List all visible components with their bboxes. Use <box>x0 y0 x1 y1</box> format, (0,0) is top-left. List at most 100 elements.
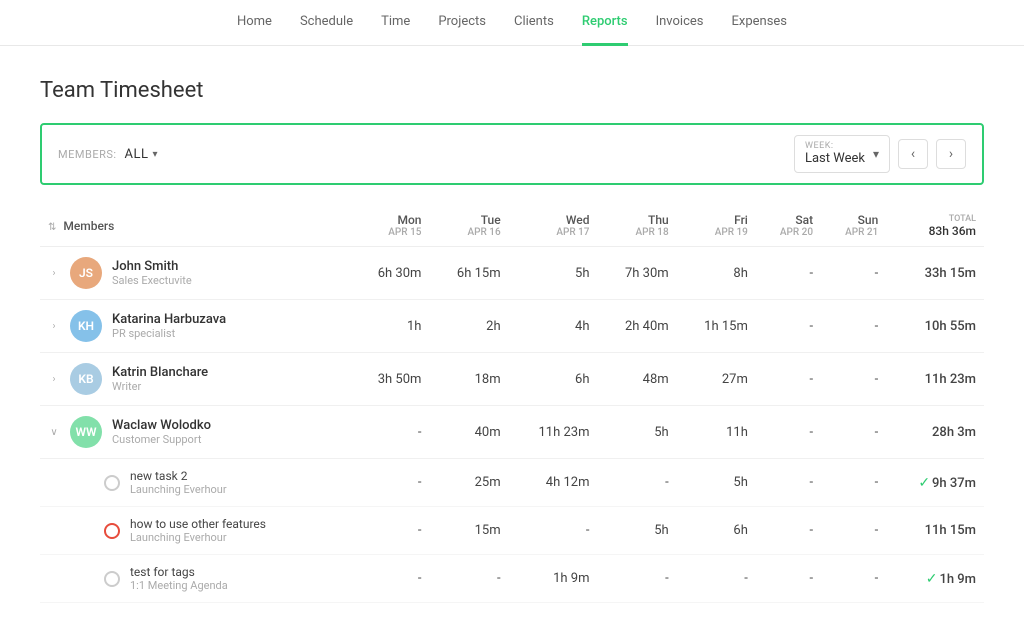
member-name: John Smith <box>112 259 192 274</box>
main-content: Team Timesheet MEMBERS: All ▾ WEEK: Last… <box>0 46 1024 623</box>
nav-projects[interactable]: Projects <box>438 0 486 46</box>
day-cell-5: - <box>756 406 821 459</box>
day-cell-0: - <box>350 406 429 459</box>
day-cell-0: 3h 50m <box>350 353 429 406</box>
task-total-cell: ✓9h 37m <box>886 459 984 507</box>
nav-clients[interactable]: Clients <box>514 0 554 46</box>
task-total-cell: ✓1h 9m <box>886 555 984 603</box>
sun-col-header: Sun APR 21 <box>821 209 886 247</box>
expand-icon[interactable]: › <box>48 320 60 332</box>
task-day-cell-5: - <box>756 555 821 603</box>
next-week-button[interactable]: › <box>936 139 966 169</box>
avatar: WW <box>70 416 102 448</box>
day-cell-1: 2h <box>429 300 508 353</box>
day-cell-2: 6h <box>509 353 598 406</box>
members-dropdown[interactable]: All ▾ <box>125 147 159 162</box>
day-cell-6: - <box>821 300 886 353</box>
day-cell-6: - <box>821 247 886 300</box>
week-label: WEEK: <box>805 142 865 151</box>
task-day-cell-4: 5h <box>677 459 756 507</box>
total-cell: 33h 15m <box>886 247 984 300</box>
task-check-icon: ✓ <box>918 475 930 491</box>
nav-home[interactable]: Home <box>237 0 272 46</box>
day-cell-3: 48m <box>598 353 677 406</box>
day-cell-4: 11h <box>677 406 756 459</box>
task-check-icon: ✓ <box>926 571 938 587</box>
task-day-cell-2: 4h 12m <box>509 459 598 507</box>
day-cell-6: - <box>821 353 886 406</box>
day-cell-1: 6h 15m <box>429 247 508 300</box>
week-value: Last Week <box>805 151 865 166</box>
expand-icon[interactable]: › <box>48 267 60 279</box>
day-cell-1: 40m <box>429 406 508 459</box>
task-day-cell-3: 5h <box>598 507 677 555</box>
members-label: MEMBERS: <box>58 148 117 161</box>
expand-icon[interactable]: › <box>48 373 60 385</box>
sort-icon: ⇅ <box>48 222 56 233</box>
wed-col-header: Wed APR 17 <box>509 209 598 247</box>
member-cell: › KH Katarina Harbuzava PR specialist <box>40 300 350 353</box>
avatar: JS <box>70 257 102 289</box>
task-day-cell-1: 15m <box>429 507 508 555</box>
task-project: Launching Everhour <box>130 483 227 496</box>
prev-week-button[interactable]: ‹ <box>898 139 928 169</box>
day-cell-2: 5h <box>509 247 598 300</box>
member-role: Customer Support <box>112 433 211 446</box>
task-day-cell-0: - <box>350 459 429 507</box>
timesheet-table: ⇅ Members Mon APR 15 Tue APR 16 Wed APR … <box>40 209 984 603</box>
day-cell-4: 27m <box>677 353 756 406</box>
total-col-header: TOTAL 83h 36m <box>886 209 984 247</box>
task-name-cell: how to use other features Launching Ever… <box>40 507 350 555</box>
task-row: new task 2 Launching Everhour -25m4h 12m… <box>40 459 984 507</box>
task-day-cell-2: - <box>509 507 598 555</box>
day-cell-3: 2h 40m <box>598 300 677 353</box>
chevron-down-icon: ▾ <box>153 149 159 160</box>
week-selector[interactable]: WEEK: Last Week ▾ <box>794 135 890 173</box>
expand-icon[interactable]: ∨ <box>48 426 60 438</box>
nav-time[interactable]: Time <box>381 0 410 46</box>
table-row: ∨ WW Waclaw Wolodko Customer Support -40… <box>40 406 984 459</box>
table-row: › KB Katrin Blanchare Writer 3h 50m18m6h… <box>40 353 984 406</box>
day-cell-6: - <box>821 406 886 459</box>
members-filter[interactable]: MEMBERS: All ▾ <box>58 147 158 162</box>
member-cell: › JS John Smith Sales Exectuvite <box>40 247 350 300</box>
table-header-row: ⇅ Members Mon APR 15 Tue APR 16 Wed APR … <box>40 209 984 247</box>
day-cell-1: 18m <box>429 353 508 406</box>
member-name: Katarina Harbuzava <box>112 312 226 327</box>
day-cell-3: 5h <box>598 406 677 459</box>
nav-expenses[interactable]: Expenses <box>731 0 787 46</box>
task-day-cell-6: - <box>821 459 886 507</box>
day-cell-2: 11h 23m <box>509 406 598 459</box>
member-name: Waclaw Wolodko <box>112 418 211 433</box>
task-total-cell: 11h 15m <box>886 507 984 555</box>
nav-schedule[interactable]: Schedule <box>300 0 353 46</box>
avatar: KH <box>70 310 102 342</box>
day-cell-4: 1h 15m <box>677 300 756 353</box>
member-role: Sales Exectuvite <box>112 274 192 287</box>
members-col-header: ⇅ Members <box>40 209 350 247</box>
table-row: › JS John Smith Sales Exectuvite 6h 30m6… <box>40 247 984 300</box>
task-status-circle <box>104 523 120 539</box>
task-day-cell-4: 6h <box>677 507 756 555</box>
task-day-cell-3: - <box>598 459 677 507</box>
day-cell-3: 7h 30m <box>598 247 677 300</box>
member-cell: ∨ WW Waclaw Wolodko Customer Support <box>40 406 350 459</box>
task-day-cell-3: - <box>598 555 677 603</box>
task-day-cell-6: - <box>821 555 886 603</box>
member-role: PR specialist <box>112 327 226 340</box>
member-cell: › KB Katrin Blanchare Writer <box>40 353 350 406</box>
thu-col-header: Thu APR 18 <box>598 209 677 247</box>
nav-invoices[interactable]: Invoices <box>656 0 704 46</box>
nav-reports[interactable]: Reports <box>582 0 628 46</box>
task-row: how to use other features Launching Ever… <box>40 507 984 555</box>
task-name-cell: test for tags 1:1 Meeting Agenda <box>40 555 350 603</box>
members-value: All <box>125 147 149 162</box>
day-cell-2: 4h <box>509 300 598 353</box>
task-day-cell-1: - <box>429 555 508 603</box>
day-cell-5: - <box>756 353 821 406</box>
day-cell-4: 8h <box>677 247 756 300</box>
task-row: test for tags 1:1 Meeting Agenda --1h 9m… <box>40 555 984 603</box>
table-row: › KH Katarina Harbuzava PR specialist 1h… <box>40 300 984 353</box>
member-name: Katrin Blanchare <box>112 365 208 380</box>
task-project: 1:1 Meeting Agenda <box>130 579 228 592</box>
